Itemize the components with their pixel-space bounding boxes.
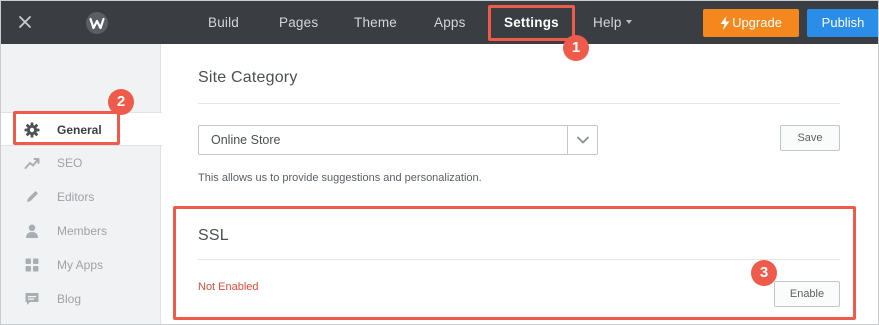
site-category-title: Site Category [198, 69, 298, 86]
publish-button[interactable]: Publish [807, 9, 878, 37]
weebly-logo-icon[interactable] [85, 11, 109, 35]
section-divider [198, 103, 840, 104]
close-icon[interactable] [15, 12, 35, 32]
upgrade-button[interactable]: Upgrade [703, 9, 799, 37]
chevron-down-icon [625, 20, 632, 25]
sidebar-item-label: My Apps [57, 258, 104, 272]
sidebar-item-label: Members [57, 224, 108, 238]
sidebar-item-members[interactable]: Members [1, 214, 161, 248]
app-window: Build Pages Theme Apps Settings Help Upg… [0, 0, 879, 325]
nav-apps[interactable]: Apps [434, 1, 466, 44]
ssl-section-highlight [173, 206, 856, 320]
top-navigation-bar: Build Pages Theme Apps Settings Help Upg… [1, 1, 878, 44]
person-icon [26, 224, 38, 238]
chevron-down-icon[interactable] [567, 126, 597, 154]
general-highlight [13, 111, 120, 145]
sidebar-item-label: Editors [57, 190, 95, 204]
sidebar-item-editors[interactable]: Editors [1, 180, 161, 214]
save-button[interactable]: Save [780, 125, 840, 151]
step-badge-3: 3 [751, 260, 777, 286]
settings-sidebar: General SEO Editors Members My Apps Blog [1, 44, 162, 324]
comment-icon [25, 293, 39, 305]
settings-highlight [488, 5, 575, 41]
site-category-help-text: This allows us to provide suggestions an… [198, 172, 482, 184]
pencil-icon [27, 191, 38, 202]
step-badge-1: 1 [563, 35, 589, 61]
step-badge-2: 2 [108, 89, 134, 115]
nav-build[interactable]: Build [208, 1, 239, 44]
site-category-select[interactable]: Online Store [198, 125, 598, 155]
nav-help[interactable]: Help [593, 1, 632, 44]
grid-icon [25, 258, 39, 272]
upgrade-label: Upgrade [732, 15, 782, 30]
sidebar-item-seo[interactable]: SEO [1, 146, 161, 180]
trend-icon [24, 158, 40, 169]
site-category-value: Online Store [211, 133, 281, 147]
sidebar-item-blog[interactable]: Blog [1, 282, 161, 316]
nav-pages[interactable]: Pages [279, 1, 318, 44]
sidebar-item-label: Blog [57, 292, 82, 306]
lightning-icon [720, 15, 730, 30]
nav-help-label: Help [593, 15, 622, 30]
nav-theme[interactable]: Theme [354, 1, 397, 44]
sidebar-item-my-apps[interactable]: My Apps [1, 248, 161, 282]
sidebar-item-label: SEO [57, 156, 83, 170]
